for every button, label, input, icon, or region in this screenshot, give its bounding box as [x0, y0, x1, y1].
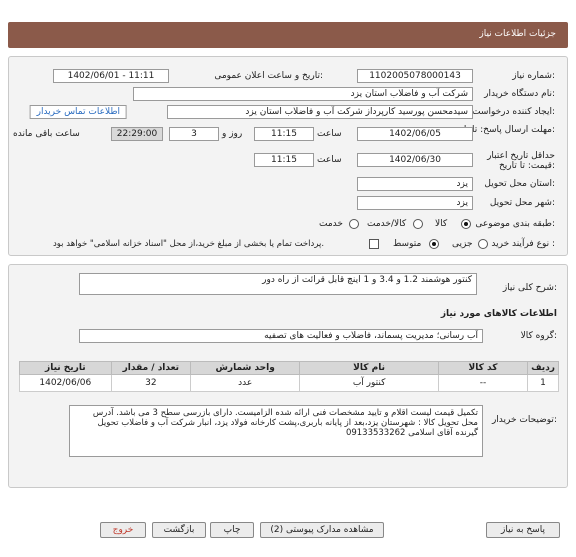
- reply-button[interactable]: پاسخ به نیاز: [486, 522, 560, 538]
- cell-date: 1402/06/06: [19, 374, 112, 392]
- treasury-payment-checkbox[interactable]: [369, 239, 379, 249]
- cell-qty: 32: [110, 374, 192, 392]
- table-row[interactable]: 1 -- کنتور آب عدد 32 1402/06/06: [19, 374, 559, 392]
- treasury-payment-note: پرداخت تمام یا بخشی از مبلغ خرید،از محل …: [53, 239, 325, 249]
- cell-unit: عدد: [190, 374, 301, 392]
- process-label: نوع فرآیند خرید :: [491, 239, 555, 249]
- need-number-label: شماره نیاز:: [512, 71, 555, 81]
- summary-label: شرح کلی نیاز:: [502, 283, 557, 293]
- buyer-notes-label: توضیحات خریدار:: [491, 415, 557, 425]
- province-label: استان محل تحویل:: [484, 179, 555, 189]
- col-code: کد کالا: [437, 361, 529, 375]
- category-label: طبقه بندی موضوعی:: [475, 219, 555, 229]
- goods-info-title: اطلاعات کالاهای مورد نیاز: [440, 309, 557, 319]
- creator-field: سیدمحسن پورسید کارپرداز شرکت آب و فاضلاب…: [167, 105, 473, 119]
- remaining-time-box: 22:29:00: [111, 127, 163, 141]
- page-header: جزئیات اطلاعات نیاز: [8, 22, 568, 48]
- need-number-field: 1102005078000143: [357, 69, 473, 83]
- deadline-date-field: 1402/06/05: [357, 127, 473, 141]
- validity-time-label: ساعت: [317, 155, 342, 165]
- col-row: ردیف: [527, 361, 559, 375]
- remaining-time-label: ساعت باقی مانده: [13, 129, 80, 139]
- category-goods-radio[interactable]: [461, 219, 471, 229]
- page-title: جزئیات اطلاعات نیاز: [479, 29, 556, 39]
- deadline-time-label: ساعت: [317, 129, 342, 139]
- print-button[interactable]: چاپ: [210, 522, 254, 538]
- buyer-org-label: نام دستگاه خریدار:: [484, 89, 555, 99]
- col-name: نام کالا: [299, 361, 439, 375]
- process-medium-label: متوسط: [393, 239, 422, 249]
- province-field: یزد: [357, 177, 473, 191]
- need-info-panel: شماره نیاز: 1102005078000143 تاریخ و ساع…: [8, 56, 568, 256]
- category-service-label: خدمت: [319, 219, 343, 229]
- price-validity-label: حداقل تاریخ اعتبار قیمت: تا تاریخ:: [487, 151, 555, 171]
- col-qty: تعداد / مقدار: [110, 361, 192, 375]
- validity-date-field: 1402/06/30: [357, 153, 473, 167]
- col-unit: واحد شمارش: [190, 361, 301, 375]
- days-remaining-field: 3: [169, 127, 219, 141]
- buyer-notes-field: تکمیل قیمت لیست اقلام و تایید مشخصات فنی…: [69, 405, 483, 457]
- need-details-panel: شرح کلی نیاز: کنتور هوشمند 1.2 و 3.4 و 1…: [8, 264, 568, 488]
- buyer-org-field: شرکت آب و فاضلاب استان یزد: [133, 87, 473, 101]
- process-minor-radio[interactable]: [478, 239, 488, 249]
- validity-time-field: 11:15: [254, 153, 314, 167]
- city-label: شهر محل تحویل:: [489, 198, 555, 208]
- cell-row: 1: [527, 374, 559, 392]
- announce-datetime-field: 1402/06/01 - 11:11: [53, 69, 169, 83]
- goods-group-label: گروه کالا:: [520, 331, 557, 341]
- goods-group-field: آب رسانی؛ مدیریت پسماند، فاضلاب و فعالیت…: [79, 329, 483, 343]
- category-goods-label: کالا: [435, 219, 448, 229]
- process-medium-radio[interactable]: [429, 239, 439, 249]
- goods-table: ردیف کد کالا نام کالا واحد شمارش تعداد /…: [19, 361, 559, 392]
- city-field: یزد: [357, 196, 473, 210]
- attachments-button[interactable]: مشاهده مدارک پیوستی (2): [260, 522, 384, 538]
- col-date: تاریخ نیاز: [19, 361, 112, 375]
- days-label: روز و: [222, 129, 243, 139]
- goods-table-header: ردیف کد کالا نام کالا واحد شمارش تعداد /…: [19, 361, 559, 375]
- category-goods-service-label: کالا/خدمت: [367, 219, 407, 229]
- need-summary-field: کنتور هوشمند 1.2 و 3.4 و 1 اینچ قابل قرا…: [79, 273, 477, 295]
- category-goods-service-radio[interactable]: [413, 219, 423, 229]
- back-button[interactable]: بازگشت: [152, 522, 206, 538]
- deadline-time-field: 11:15: [254, 127, 314, 141]
- buyer-contact-link[interactable]: اطلاعات تماس خریدار: [29, 105, 127, 119]
- category-service-radio[interactable]: [349, 219, 359, 229]
- cell-code: --: [437, 374, 529, 392]
- creator-label: ایجاد کننده درخواست:: [472, 107, 555, 117]
- announce-label: تاریخ و ساعت اعلان عمومی:: [214, 71, 323, 81]
- cell-name: کنتور آب: [299, 374, 439, 392]
- process-minor-label: جزیی: [452, 239, 473, 249]
- exit-button[interactable]: خروج: [100, 522, 146, 538]
